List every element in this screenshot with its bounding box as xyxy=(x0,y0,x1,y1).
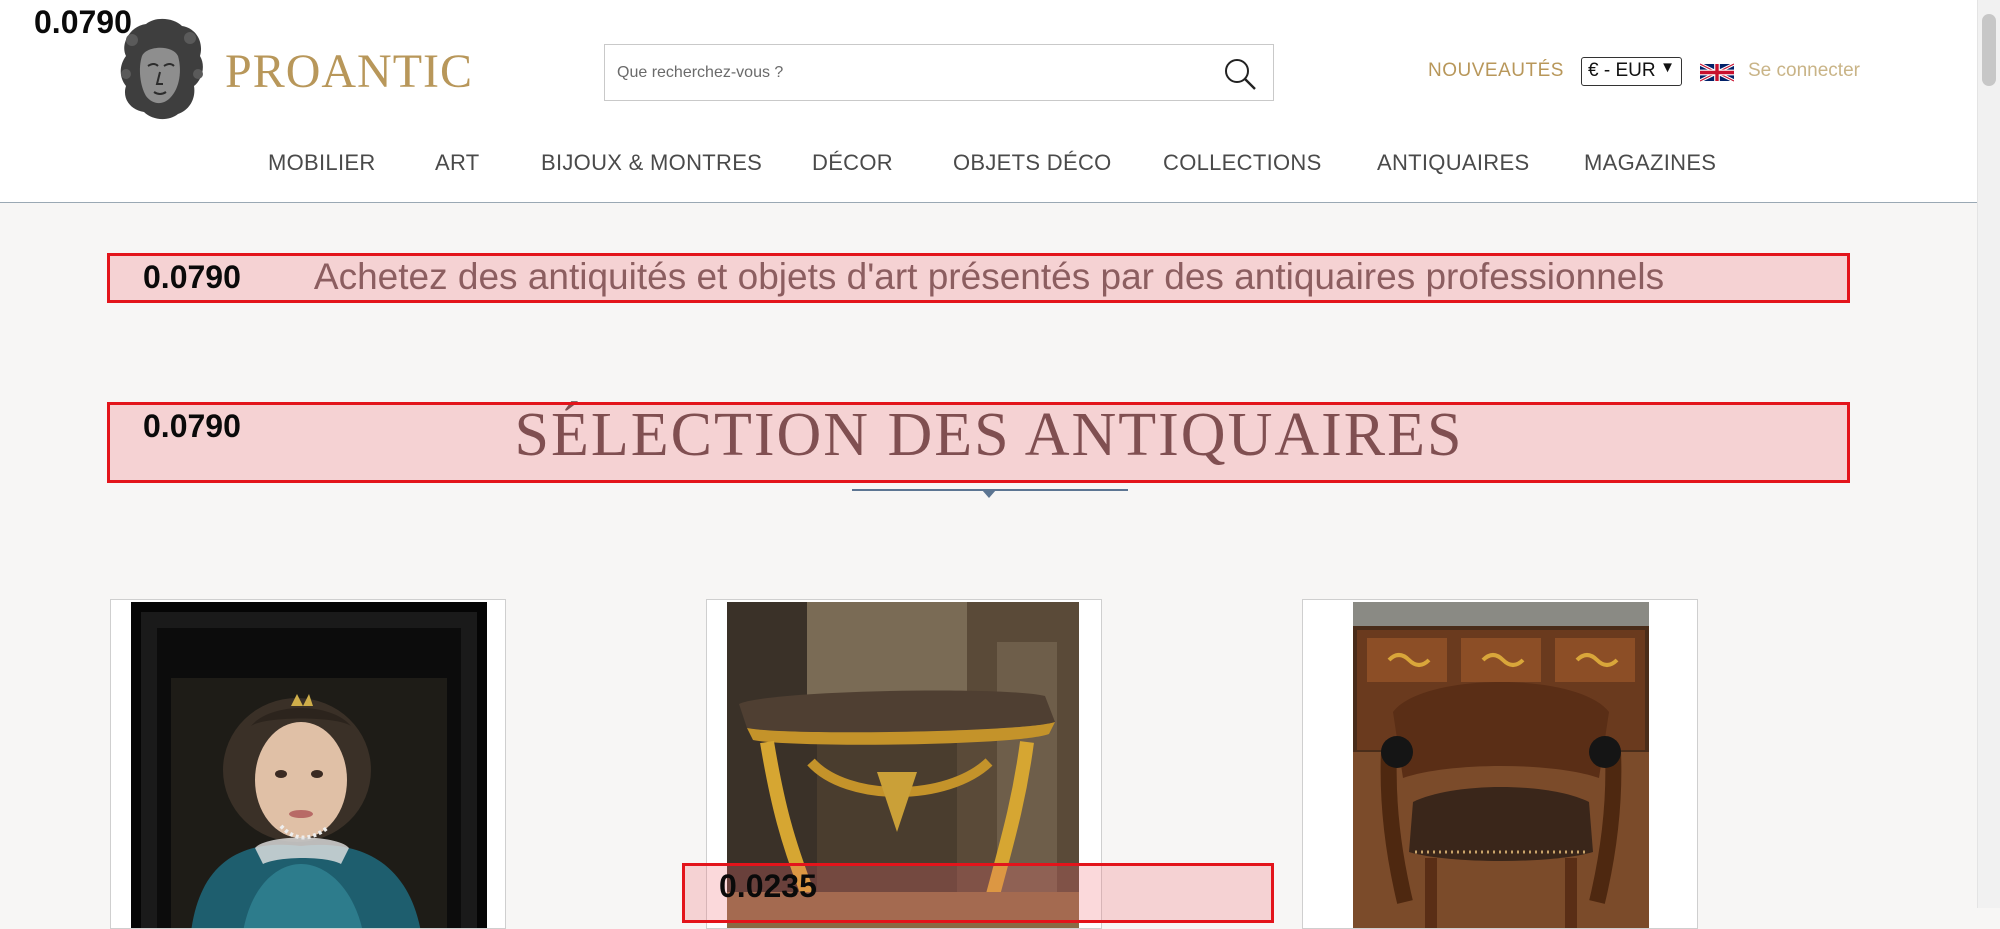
site-header: PROANTIC NOUVEAUTÉS € - EUR ▼ Se connect… xyxy=(0,0,1978,203)
scrollbar-thumb[interactable] xyxy=(1982,14,1996,86)
title-score-label: 0.0790 xyxy=(143,408,241,444)
logo-text[interactable]: PROANTIC xyxy=(225,44,473,99)
product-image-portrait[interactable] xyxy=(131,602,487,929)
scrollbar[interactable] xyxy=(1977,0,2000,908)
card-score-label: 0.0235 xyxy=(719,868,817,904)
nav-item-mobilier[interactable]: MOBILIER xyxy=(268,150,376,176)
search-input[interactable] xyxy=(615,57,1179,89)
nav-item-antiquaires[interactable]: ANTIQUAIRES xyxy=(1377,150,1529,176)
uk-flag-icon[interactable] xyxy=(1700,61,1734,84)
product-image-armchair[interactable] xyxy=(1353,602,1649,929)
currency-value: € - EUR xyxy=(1588,60,1656,81)
product-card[interactable] xyxy=(1302,599,1698,929)
product-card[interactable] xyxy=(110,599,506,929)
search-icon[interactable] xyxy=(1223,57,1257,91)
nav-item-objets-deco[interactable]: OBJETS DÉCO xyxy=(953,150,1112,176)
corner-score-label: 0.0790 xyxy=(34,4,132,40)
chevron-down-icon: ▼ xyxy=(1660,59,1675,76)
nav-item-art[interactable]: ART xyxy=(435,150,480,176)
new-arrivals-link[interactable]: NOUVEAUTÉS xyxy=(1428,60,1564,82)
search-box[interactable] xyxy=(604,44,1274,101)
nav-item-collections[interactable]: COLLECTIONS xyxy=(1163,150,1322,176)
divider-arrow xyxy=(982,490,996,498)
nav-item-magazines[interactable]: MAGAZINES xyxy=(1584,150,1716,176)
main-nav: MOBILIER ART BIJOUX & MONTRES DÉCOR OBJE… xyxy=(0,150,1978,180)
nav-item-bijoux-montres[interactable]: BIJOUX & MONTRES xyxy=(541,150,762,176)
intro-score-label: 0.0790 xyxy=(143,259,241,295)
currency-select[interactable]: € - EUR ▼ xyxy=(1581,57,1682,86)
title-highlight xyxy=(107,402,1850,483)
login-link[interactable]: Se connecter xyxy=(1748,60,1860,82)
nav-item-decor[interactable]: DÉCOR xyxy=(812,150,893,176)
intro-highlight xyxy=(107,253,1850,303)
